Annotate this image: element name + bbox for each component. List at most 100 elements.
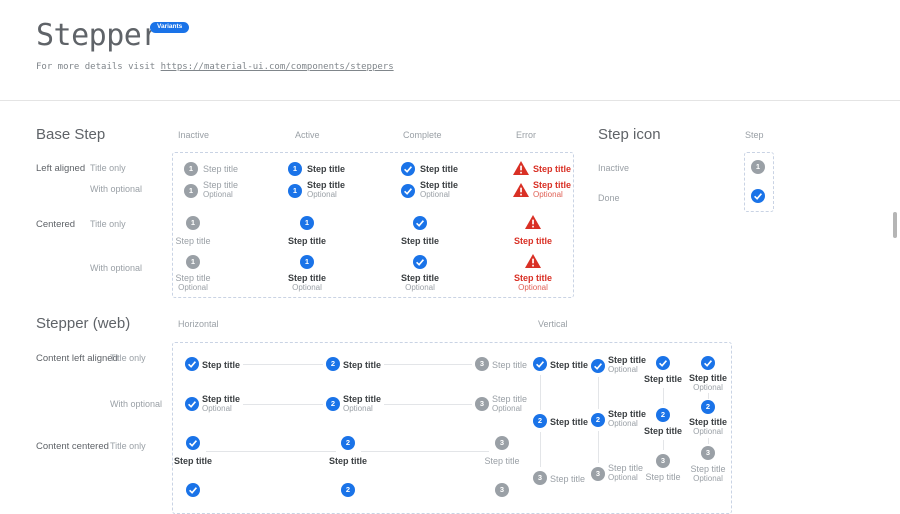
step-node-active: 1: [288, 162, 302, 176]
optional-label: Optional: [518, 283, 548, 292]
optional-label: Optional: [608, 473, 638, 482]
column-step: Step: [745, 130, 764, 140]
check-icon: [186, 436, 200, 455]
connector-line: [206, 451, 336, 452]
optional-label: Optional: [492, 404, 522, 413]
variants-badge: Variants: [150, 22, 189, 33]
step-title-label: Step title: [401, 273, 439, 283]
connector-line: [663, 440, 664, 450]
connector-line: [598, 377, 599, 409]
connector-line: [540, 375, 541, 410]
optional-label: Optional: [693, 383, 723, 392]
step-title-label: Step title: [202, 360, 240, 370]
optional-label: Optional: [693, 474, 723, 483]
row-content-centered: Content centered: [36, 441, 109, 452]
step-title-label: Step title: [492, 394, 527, 404]
step-node-active: 1: [288, 184, 302, 198]
connector-line: [384, 404, 472, 405]
check-icon: [533, 357, 547, 376]
connector-line: [708, 393, 709, 399]
connector-line: [384, 364, 472, 365]
optional-label: Optional: [405, 283, 435, 292]
step-node-inactive: 3: [533, 471, 547, 485]
stepper-web-heading: Stepper (web): [36, 315, 130, 332]
step-title-label: Step title: [550, 360, 588, 370]
step-title-label: Step title: [202, 394, 240, 404]
column-vertical: Vertical: [538, 319, 568, 329]
step-node-active: 2: [591, 413, 605, 427]
step-title-label: Step title: [484, 456, 519, 466]
check-icon: [413, 216, 427, 235]
step-node-active: 2: [341, 436, 355, 450]
row-with-optional: With optional: [110, 399, 162, 409]
row-with-optional: With optional: [90, 263, 142, 273]
step-node-active: 2: [341, 483, 355, 497]
step-title-label: Step title: [608, 409, 646, 419]
step-node-inactive: 3: [701, 446, 715, 460]
column-horizontal: Horizontal: [178, 319, 219, 329]
step-title-label: Step title: [514, 236, 552, 246]
step-title-label: Step title: [550, 474, 585, 484]
step-node-inactive: 1: [186, 216, 200, 230]
step-title-label: Step title: [175, 236, 210, 246]
step-title-label: Step title: [645, 472, 680, 482]
optional-label: Optional: [533, 190, 563, 199]
check-icon: [185, 397, 199, 416]
step-node-inactive: 3: [475, 357, 489, 371]
step-title-label: Step title: [644, 426, 682, 436]
row-title-only: Title only: [90, 219, 126, 229]
step-title-label: Step title: [608, 355, 646, 365]
subtitle: For more details visit https://material-…: [36, 62, 394, 72]
step-title-label: Step title: [329, 456, 367, 466]
step-node-inactive: 1: [184, 184, 198, 198]
optional-label: Optional: [202, 404, 232, 413]
connector-line: [598, 431, 599, 463]
check-icon: [591, 359, 605, 378]
error-icon: [513, 183, 529, 202]
step-node-active: 2: [533, 414, 547, 428]
material-ui-link[interactable]: https://material-ui.com/components/stepp…: [161, 62, 394, 72]
header-divider: [0, 100, 900, 101]
step-title-label: Step title: [307, 180, 345, 190]
scrollbar-thumb[interactable]: [893, 212, 897, 238]
step-title-label: Step title: [307, 164, 345, 174]
optional-label: Optional: [693, 427, 723, 436]
step-node-inactive: 1: [184, 162, 198, 176]
step-title-label: Step title: [288, 236, 326, 246]
step-title-label: Step title: [203, 164, 238, 174]
step-node-active: 2: [701, 400, 715, 414]
check-icon: [656, 356, 670, 375]
step-title-label: Step title: [492, 360, 527, 370]
connector-line: [243, 364, 323, 365]
step-node-inactive: 3: [475, 397, 489, 411]
check-icon: [751, 189, 765, 208]
step-title-label: Step title: [689, 417, 727, 427]
check-icon: [186, 483, 200, 502]
check-icon: [401, 184, 415, 203]
page-title: Stepper: [36, 18, 159, 53]
step-title-label: Step title: [420, 180, 458, 190]
step-node-active: 1: [300, 216, 314, 230]
step-title-label: Step title: [514, 273, 552, 283]
row-title-only: Title only: [110, 441, 146, 451]
optional-label: Optional: [307, 190, 337, 199]
step-title-label: Step title: [174, 456, 212, 466]
design-doc-canvas: { "page": { "title": "Stepper", "badge":…: [0, 0, 900, 494]
step-title-label: Step title: [608, 463, 643, 473]
error-icon: [525, 215, 541, 234]
step-node-active: 2: [326, 357, 340, 371]
step-title-label: Step title: [288, 273, 326, 283]
check-icon: [401, 162, 415, 181]
optional-label: Optional: [178, 283, 208, 292]
step-title-label: Step title: [550, 417, 588, 427]
step-title-label: Step title: [533, 164, 571, 174]
row-title-only: Title only: [110, 353, 146, 363]
row-content-left-aligned: Content left aligned: [36, 353, 118, 364]
step-node-inactive: 3: [591, 467, 605, 481]
check-icon: [413, 255, 427, 274]
connector-line: [243, 404, 323, 405]
step-node-active: 2: [326, 397, 340, 411]
step-node-inactive: 3: [495, 436, 509, 450]
step-title-label: Step title: [533, 180, 571, 190]
column-error: Error: [516, 130, 536, 140]
